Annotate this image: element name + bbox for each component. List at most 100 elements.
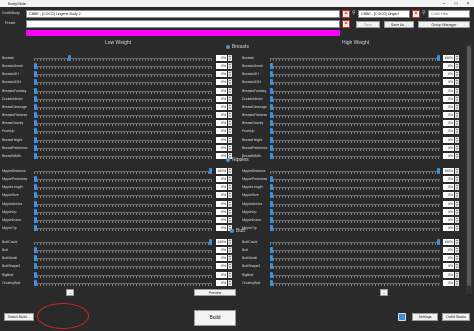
slider-thumb[interactable] bbox=[270, 120, 273, 127]
slider-thumb[interactable] bbox=[34, 112, 37, 119]
spin-arrows-icon[interactable]: ▴▾ bbox=[228, 55, 232, 61]
slider-thumb[interactable] bbox=[34, 128, 37, 135]
slider-thumb[interactable] bbox=[34, 144, 37, 151]
slider-thumb[interactable] bbox=[270, 263, 273, 270]
slider-value-input[interactable]: 0% bbox=[443, 79, 454, 86]
slider-value-input[interactable]: 0% bbox=[443, 95, 454, 102]
spin-arrows-icon[interactable]: ▴▾ bbox=[455, 112, 459, 119]
slider-value-input[interactable]: 100% bbox=[216, 239, 227, 245]
spin-arrows-icon[interactable]: ▴▾ bbox=[228, 239, 232, 245]
slider-value-input[interactable]: 0% bbox=[443, 271, 454, 278]
outfit-filter-2-input[interactable]: Outfit Filter bbox=[428, 10, 470, 18]
spin-arrows-icon[interactable]: ▴▾ bbox=[455, 216, 459, 223]
spin-arrows-icon[interactable]: ▴▾ bbox=[228, 144, 232, 151]
slider-value-input[interactable]: 0% bbox=[216, 184, 227, 191]
spin-arrows-icon[interactable]: ▴▾ bbox=[228, 271, 232, 278]
slider-value-input[interactable]: 0% bbox=[216, 87, 227, 94]
slider-value-input[interactable]: 0% bbox=[216, 95, 227, 102]
outfit-studio-button[interactable]: Outfit Studio bbox=[442, 313, 470, 321]
minimize-button[interactable]: – bbox=[438, 0, 450, 7]
spin-arrows-icon[interactable]: ▴▾ bbox=[228, 71, 232, 78]
save-as-button[interactable]: Save As... bbox=[384, 21, 414, 28]
slider-thumb[interactable] bbox=[34, 200, 37, 207]
slider-value-input[interactable]: 0% bbox=[216, 176, 227, 183]
low-weight-collapse-button[interactable]: – bbox=[66, 289, 74, 296]
slider-thumb[interactable] bbox=[34, 247, 37, 254]
slider-value-input[interactable]: 0% bbox=[443, 152, 454, 159]
slider-thumb[interactable] bbox=[34, 136, 37, 143]
save-button[interactable]: Save bbox=[356, 21, 380, 28]
slider-thumb[interactable] bbox=[209, 239, 212, 245]
slider-value-input[interactable]: 0% bbox=[216, 208, 227, 215]
batch-build-button[interactable]: Batch Build... bbox=[4, 313, 34, 321]
slider-thumb[interactable] bbox=[270, 136, 273, 143]
slider-thumb[interactable] bbox=[270, 79, 273, 86]
slider-value-input[interactable]: 0% bbox=[443, 200, 454, 207]
spin-arrows-icon[interactable]: ▴▾ bbox=[455, 271, 459, 278]
spin-arrows-icon[interactable]: ▴▾ bbox=[228, 200, 232, 207]
spin-arrows-icon[interactable]: ▴▾ bbox=[455, 128, 459, 135]
spin-arrows-icon[interactable]: ▴▾ bbox=[455, 63, 459, 70]
slider-thumb[interactable] bbox=[34, 152, 37, 159]
close-window-button[interactable]: × bbox=[462, 0, 474, 7]
slider-value-input[interactable]: 0% bbox=[443, 136, 454, 143]
maximize-button[interactable]: □ bbox=[450, 0, 462, 7]
slider-thumb[interactable] bbox=[270, 271, 273, 278]
spin-arrows-icon[interactable]: ▴▾ bbox=[228, 176, 232, 183]
build-button[interactable]: Build bbox=[194, 310, 236, 326]
spin-arrows-icon[interactable]: ▴▾ bbox=[228, 247, 232, 254]
slider-value-input[interactable]: 100% bbox=[443, 239, 454, 245]
slider-value-input[interactable]: 0% bbox=[216, 120, 227, 127]
spin-arrows-icon[interactable]: ▴▾ bbox=[228, 216, 232, 223]
slider-thumb[interactable] bbox=[68, 55, 71, 61]
slider-value-input[interactable]: 0% bbox=[443, 144, 454, 151]
spin-arrows-icon[interactable]: ▴▾ bbox=[455, 152, 459, 159]
slider-value-input[interactable]: 0% bbox=[216, 263, 227, 270]
spin-arrows-icon[interactable]: ▴▾ bbox=[455, 255, 459, 262]
slider-value-input[interactable]: 0% bbox=[443, 71, 454, 78]
clear-filter-button[interactable]: × bbox=[412, 10, 420, 18]
slider-value-input[interactable]: 0% bbox=[216, 271, 227, 278]
slider-thumb[interactable] bbox=[34, 255, 37, 262]
spin-arrows-icon[interactable]: ▴▾ bbox=[455, 144, 459, 151]
slider-thumb[interactable] bbox=[270, 184, 273, 191]
slider-value-input[interactable]: 0% bbox=[443, 263, 454, 270]
spin-arrows-icon[interactable]: ▴▾ bbox=[228, 279, 232, 286]
slider-thumb[interactable] bbox=[209, 168, 212, 174]
spin-arrows-icon[interactable]: ▴▾ bbox=[455, 168, 459, 174]
slider-value-input[interactable]: 100% bbox=[216, 168, 227, 174]
slider-value-input[interactable]: 0% bbox=[443, 255, 454, 262]
slider-thumb[interactable] bbox=[437, 239, 440, 245]
slider-thumb[interactable] bbox=[34, 271, 37, 278]
slider-thumb[interactable] bbox=[270, 63, 273, 70]
slider-thumb[interactable] bbox=[34, 87, 37, 94]
spin-arrows-icon[interactable]: ▴▾ bbox=[455, 279, 459, 286]
slider-value-input[interactable]: 0% bbox=[216, 128, 227, 135]
slider-thumb[interactable] bbox=[270, 112, 273, 119]
slider-value-input[interactable]: 0% bbox=[216, 192, 227, 199]
slider-value-input[interactable]: 0% bbox=[216, 71, 227, 78]
slider-thumb[interactable] bbox=[34, 184, 37, 191]
slider-value-input[interactable]: 0% bbox=[443, 225, 454, 232]
spin-arrows-icon[interactable]: ▴▾ bbox=[455, 263, 459, 270]
spin-arrows-icon[interactable]: ▴▾ bbox=[455, 176, 459, 183]
slider-thumb[interactable] bbox=[34, 79, 37, 86]
slider-thumb[interactable] bbox=[34, 103, 37, 110]
slider-value-input[interactable]: 0% bbox=[443, 103, 454, 110]
slider-value-input[interactable]: 0% bbox=[443, 279, 454, 286]
slider-thumb[interactable] bbox=[270, 279, 273, 286]
slider-value-input[interactable]: 0% bbox=[216, 279, 227, 286]
clear-outfit-button[interactable]: × bbox=[342, 10, 350, 18]
slider-value-input[interactable]: 0% bbox=[443, 112, 454, 119]
slider-value-input[interactable]: 0% bbox=[216, 79, 227, 86]
slider-thumb[interactable] bbox=[437, 55, 440, 61]
spin-arrows-icon[interactable]: ▴▾ bbox=[455, 225, 459, 232]
spin-arrows-icon[interactable]: ▴▾ bbox=[455, 95, 459, 102]
slider-thumb[interactable] bbox=[34, 95, 37, 102]
spin-arrows-icon[interactable]: ▴▾ bbox=[455, 192, 459, 199]
spin-arrows-icon[interactable]: ▴▾ bbox=[455, 55, 459, 61]
spin-arrows-icon[interactable]: ▴▾ bbox=[455, 103, 459, 110]
slider-value-input[interactable]: 0% bbox=[216, 200, 227, 207]
scrollbar-thumb[interactable] bbox=[467, 46, 471, 286]
spin-arrows-icon[interactable]: ▴▾ bbox=[228, 263, 232, 270]
